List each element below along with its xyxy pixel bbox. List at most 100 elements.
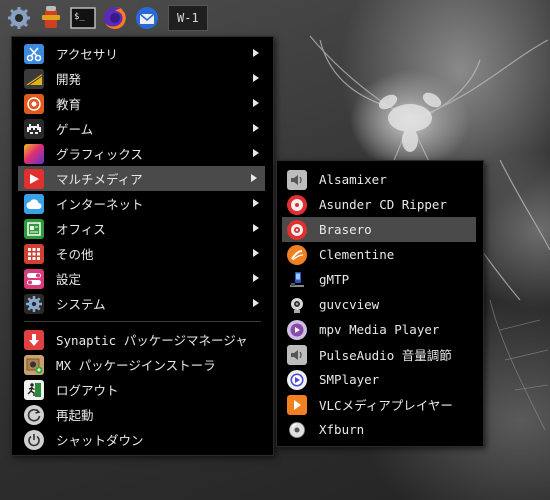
- submenu-item-label: Asunder CD Ripper: [319, 197, 447, 212]
- menu-item-label: 教育: [56, 97, 82, 112]
- menu-item-reboot[interactable]: 再起動: [12, 402, 273, 427]
- menu-item-label: その他: [56, 247, 94, 262]
- menu-item-label: ゲーム: [56, 122, 94, 137]
- menu-item-label: システム: [56, 297, 106, 312]
- submenu-item-label: Clementine: [319, 247, 395, 262]
- mx-package-installer-icon: [24, 354, 44, 375]
- development-icon: [24, 68, 44, 89]
- svg-text:$_: $_: [74, 12, 85, 22]
- submenu-item-guvcview[interactable]: guvcview: [277, 292, 483, 317]
- reboot-icon: [24, 404, 44, 425]
- submenu-item-xfburn[interactable]: Xfburn: [277, 417, 483, 442]
- vlc-cone-icon: [287, 394, 307, 415]
- submenu-arrow-icon: [253, 249, 259, 257]
- submenu-item-smplayer[interactable]: SMPlayer: [277, 367, 483, 392]
- gmtp-device-icon: [287, 270, 307, 290]
- submenu-item-gmtp[interactable]: gMTP: [277, 267, 483, 292]
- fire-hydrant-icon[interactable]: [36, 2, 66, 34]
- menu-item-education[interactable]: 教育: [12, 91, 273, 116]
- menu-item-accessories[interactable]: アクセサリ: [12, 41, 273, 66]
- menu-item-label: マルチメディア: [56, 172, 143, 187]
- alsamixer-speaker-icon: [287, 169, 307, 190]
- menu-item-label: 開発: [56, 72, 82, 87]
- submenu-arrow-icon: [253, 299, 259, 307]
- settings-toggle-icon: [24, 268, 44, 289]
- submenu-item-label: guvcview: [319, 297, 380, 312]
- synaptic-download-icon: [24, 329, 44, 350]
- workspace-indicator[interactable]: W-1: [168, 5, 208, 31]
- submenu-item-label: Xfburn: [319, 422, 365, 437]
- submenu-item-label: Brasero: [319, 222, 372, 237]
- accessories-scissors-icon: [24, 43, 44, 64]
- other-grid-icon: [24, 243, 44, 264]
- logout-runner-icon: [24, 379, 44, 400]
- submenu-item-asunder[interactable]: Asunder CD Ripper: [277, 192, 483, 217]
- menu-item-label: 再起動: [56, 408, 94, 423]
- menu-item-label: MX パッケージインストーラ: [56, 358, 216, 373]
- menu-item-label: ログアウト: [56, 383, 119, 398]
- smplayer-icon: [287, 369, 307, 390]
- menu-item-synaptic[interactable]: Synaptic パッケージマネージャ: [12, 327, 273, 352]
- submenu-item-label: SMPlayer: [319, 372, 380, 387]
- submenu-arrow-icon: [253, 99, 259, 107]
- submenu-item-vlc[interactable]: VLCメディアプレイヤー: [277, 392, 483, 417]
- submenu-item-brasero[interactable]: Brasero: [282, 217, 476, 242]
- submenu-arrow-icon: [253, 224, 259, 232]
- asunder-cd-icon: [287, 194, 307, 215]
- brasero-disc-icon: [287, 219, 307, 240]
- clementine-icon: [287, 244, 307, 265]
- submenu-item-alsamixer[interactable]: Alsamixer: [277, 167, 483, 192]
- education-icon: [24, 93, 44, 114]
- submenu-item-label: gMTP: [319, 272, 350, 287]
- submenu-item-label: PulseAudio 音量調節: [319, 348, 452, 363]
- internet-cloud-icon: [24, 193, 44, 214]
- mpv-player-icon: [287, 319, 307, 340]
- multimedia-play-icon: [24, 168, 44, 189]
- menu-item-label: アクセサリ: [56, 47, 118, 62]
- submenu-item-label: VLCメディアプレイヤー: [319, 398, 453, 413]
- submenu-item-label: mpv Media Player: [319, 322, 440, 337]
- menu-item-label: 設定: [56, 272, 82, 287]
- submenu-item-label: Alsamixer: [319, 172, 387, 187]
- menu-item-multimedia[interactable]: マルチメディア: [18, 166, 265, 191]
- submenu-arrow-icon: [253, 274, 259, 282]
- submenu-arrow-icon: [253, 124, 259, 132]
- graphics-icon: [24, 143, 44, 164]
- menu-item-office[interactable]: オフィス: [12, 216, 273, 241]
- submenu-arrow-icon: [253, 49, 259, 57]
- xfburn-disc-icon: [287, 420, 307, 440]
- firefox-icon[interactable]: [100, 2, 130, 34]
- submenu-arrow-icon: [253, 199, 259, 207]
- menu-item-label: オフィス: [56, 222, 106, 237]
- menu-item-other[interactable]: その他: [12, 241, 273, 266]
- settings-gear-icon[interactable]: [4, 2, 34, 34]
- system-gear-icon: [24, 293, 44, 314]
- menu-separator: [24, 321, 261, 322]
- menu-item-label: インターネット: [56, 197, 144, 212]
- submenu-item-mpv[interactable]: mpv Media Player: [277, 317, 483, 342]
- menu-item-logout[interactable]: ログアウト: [12, 377, 273, 402]
- submenu-item-clementine[interactable]: Clementine: [277, 242, 483, 267]
- menu-item-system[interactable]: システム: [12, 291, 273, 316]
- menu-item-development[interactable]: 開発: [12, 66, 273, 91]
- submenu-item-pulseaudio[interactable]: PulseAudio 音量調節: [277, 342, 483, 367]
- top-panel: $_ W-1: [0, 0, 550, 36]
- thunderbird-mail-icon[interactable]: [132, 2, 162, 34]
- menu-item-graphics[interactable]: グラフィックス: [12, 141, 273, 166]
- menu-item-label: グラフィックス: [56, 147, 143, 162]
- menu-item-label: シャットダウン: [56, 433, 144, 448]
- pulseaudio-speaker-icon: [287, 344, 307, 365]
- application-menu: アクセサリ 開発 教育 ゲーム グラフィックス マルチメディア インターネット …: [11, 36, 274, 456]
- menu-item-label: Synaptic パッケージマネージャ: [56, 333, 248, 348]
- menu-item-settings[interactable]: 設定: [12, 266, 273, 291]
- menu-item-games[interactable]: ゲーム: [12, 116, 273, 141]
- office-icon: [24, 218, 44, 239]
- guvcview-webcam-icon: [287, 295, 307, 315]
- terminal-icon[interactable]: $_: [68, 2, 98, 34]
- submenu-arrow-icon: [253, 149, 259, 157]
- menu-item-internet[interactable]: インターネット: [12, 191, 273, 216]
- menu-item-shutdown[interactable]: シャットダウン: [12, 427, 273, 452]
- menu-item-mx-package-installer[interactable]: MX パッケージインストーラ: [12, 352, 273, 377]
- multimedia-submenu: Alsamixer Asunder CD Ripper Brasero Clem…: [276, 160, 484, 447]
- shutdown-power-icon: [24, 429, 44, 450]
